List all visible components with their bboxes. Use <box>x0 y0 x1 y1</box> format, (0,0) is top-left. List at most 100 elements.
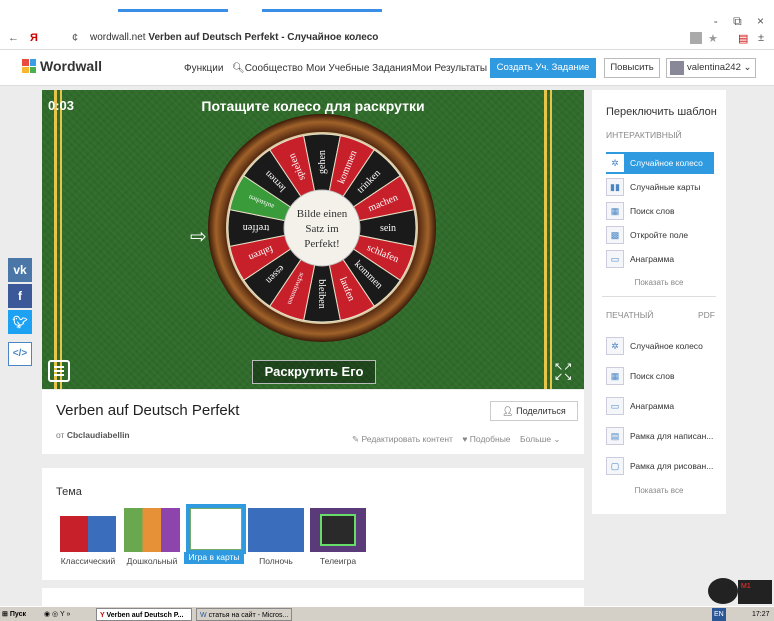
quicklaunch-icons[interactable]: ◉ ◎ Y » <box>44 608 70 621</box>
cards-icon: ▮▮ <box>606 178 624 196</box>
theme-cards-thumb[interactable] <box>186 504 246 554</box>
anagram-icon: ▭ <box>606 250 624 268</box>
taskbar-browser-task[interactable]: Y Verben auf Deutsch P... <box>96 608 192 621</box>
taskbar-word-task[interactable]: W статья на сайт - Micros... <box>196 608 292 621</box>
tab-strip: - ⧉ × <box>0 0 774 28</box>
windows-icon: ⊞ <box>2 611 10 618</box>
hub-text-line-1: Bilde einen <box>297 208 348 220</box>
pdf-label: PDF <box>698 310 715 320</box>
print-random-wheel[interactable]: ✲ Случайное колесо <box>606 334 714 358</box>
start-button[interactable]: ⊞ Пуск <box>2 608 26 621</box>
template-random-cards[interactable]: ▮▮ Случайные карты <box>606 176 714 198</box>
language-indicator[interactable]: EN <box>712 608 726 621</box>
chevron-down-icon: ⌄ <box>743 62 752 73</box>
menu-icon[interactable] <box>48 360 70 382</box>
game-area[interactable]: 0:03 Потащите колесо для раскрутки ⇨ sei… <box>42 90 584 389</box>
tab-indicator <box>262 9 382 12</box>
fullscreen-icon[interactable]: ↖↗ ↙↘ <box>554 362 576 384</box>
url-page-title: Verben auf Deutsch Perfekt - Случайное к… <box>148 32 379 43</box>
site-header: Wordwall Функции 🔍︎Сообщество Мои Учебны… <box>0 50 774 86</box>
show-all-printable[interactable]: Показать все <box>592 486 726 495</box>
nav-community[interactable]: 🔍︎Сообщество <box>232 63 303 74</box>
facebook-share-button[interactable]: f <box>8 284 32 308</box>
author-link[interactable]: Cbclaudiabellin <box>67 430 130 440</box>
pdf-icon[interactable]: ▤ <box>738 32 748 45</box>
theme-midnight-label[interactable]: Полночь <box>244 556 308 566</box>
template-label: Поиск слов <box>630 206 675 216</box>
theme-tv-label[interactable]: Телеигра <box>306 556 370 566</box>
back-icon[interactable]: ← <box>8 32 19 44</box>
wheel-segment-label: bleiben <box>316 279 327 308</box>
template-anagram[interactable]: ▭ Анаграмма <box>606 248 714 270</box>
show-all-interactive[interactable]: Показать все <box>592 278 726 287</box>
spin-wheel[interactable]: seinschlafenkommenlaufenbleibenschwimmen… <box>206 112 438 344</box>
edit-link[interactable]: ✎ Редактировать контент <box>352 434 453 444</box>
template-label: Случайное колесо <box>630 341 703 351</box>
activity-info: Verben auf Deutsch Perfekt от Cbclaudiab… <box>42 390 584 454</box>
theme-preschool-label[interactable]: Дошкольный <box>120 556 184 566</box>
print-drawing-frame[interactable]: ▢ Рамка для рисован... <box>606 454 714 478</box>
template-random-wheel[interactable]: ✲ Случайное колесо <box>606 152 714 174</box>
print-writing-frame[interactable]: ▤ Рамка для написан... <box>606 424 714 448</box>
url-field[interactable]: wordwall.net Verben auf Deutsch Perfekt … <box>90 32 378 43</box>
theme-preschool-thumb[interactable] <box>124 508 180 552</box>
facebook-icon: f <box>18 289 22 303</box>
share-button[interactable]: 👤︎ Поделиться <box>490 401 578 421</box>
print-wordsearch[interactable]: ▦ Поиск слов <box>606 364 714 388</box>
word-icon: W <box>200 612 209 619</box>
template-label: Случайные карты <box>630 182 701 192</box>
theme-tv-thumb[interactable] <box>310 508 366 552</box>
nav-my-results[interactable]: Мои Результаты <box>412 63 487 74</box>
twitter-icon: 🐦︎ <box>12 315 28 329</box>
gauge-widget[interactable] <box>708 578 738 604</box>
start-label: Пуск <box>9 611 26 618</box>
twitter-share-button[interactable]: 🐦︎ <box>8 310 32 334</box>
theme-cards-label[interactable]: Игра в карты <box>184 552 244 564</box>
like-link[interactable]: ♥ Подобные <box>462 434 510 444</box>
nav-features[interactable]: Функции <box>184 63 223 74</box>
vk-share-button[interactable]: vk <box>8 258 32 282</box>
template-label: Анаграмма <box>630 254 675 264</box>
download-icon[interactable]: ± <box>758 32 764 44</box>
user-menu[interactable]: valentina242 ⌄ <box>666 58 756 78</box>
nav-my-activities[interactable]: Мои Учебные Задания <box>306 63 412 74</box>
spin-button[interactable]: Раскрутить Его <box>252 360 376 384</box>
active-tab-indicator <box>118 9 228 12</box>
print-anagram[interactable]: ▭ Анаграмма <box>606 394 714 418</box>
theme-classic-label[interactable]: Классический <box>56 556 120 566</box>
username: valentina242 <box>687 62 741 73</box>
wheel-segment-label: gehen <box>317 150 328 174</box>
wordsearch-icon: ▦ <box>606 367 624 385</box>
share-label: Поделиться <box>516 406 566 416</box>
template-open-box[interactable]: ▩ Откройте поле <box>606 224 714 246</box>
clock: 17:27 <box>752 611 770 618</box>
reader-icon[interactable] <box>690 32 702 44</box>
wordwall-logo[interactable]: Wordwall <box>22 58 102 74</box>
template-wordsearch[interactable]: ▦ Поиск слов <box>606 200 714 222</box>
address-bar: ← Я ¢ wordwall.net Verben auf Deutsch Pe… <box>0 26 774 50</box>
embed-button[interactable]: </> <box>8 342 32 366</box>
hub-text-line-2: Satz im <box>305 223 339 235</box>
upgrade-button[interactable]: Повысить <box>604 58 660 78</box>
wheel-icon: ✲ <box>606 154 624 172</box>
star-icon[interactable]: ★ <box>708 32 718 45</box>
divider <box>602 296 716 297</box>
wheel-segment-label: sein <box>380 223 396 234</box>
user-icon: 👤︎ <box>502 406 517 416</box>
like-label: Подобные <box>469 434 511 444</box>
template-switcher: Переключить шаблон ИНТЕРАКТИВНЫЙ ✲ Случай… <box>592 90 726 514</box>
theme-midnight-thumb[interactable] <box>248 508 304 552</box>
felt-border <box>60 90 62 389</box>
logo-text: Wordwall <box>40 58 102 74</box>
grid-icon: ▩ <box>606 226 624 244</box>
theme-classic-thumb[interactable] <box>60 508 116 552</box>
panel-title: Переключить шаблон <box>606 106 717 118</box>
felt-border <box>54 90 57 389</box>
browser-menu-icon[interactable]: Я <box>30 32 38 44</box>
system-monitor-widget: M1 <box>738 580 772 604</box>
document-icon: ▤ <box>606 427 624 445</box>
create-activity-button[interactable]: Создать Уч. Задание <box>490 58 596 78</box>
felt-border <box>544 90 547 389</box>
more-link[interactable]: Больше ⌄ <box>520 434 561 444</box>
options-card <box>42 588 584 608</box>
